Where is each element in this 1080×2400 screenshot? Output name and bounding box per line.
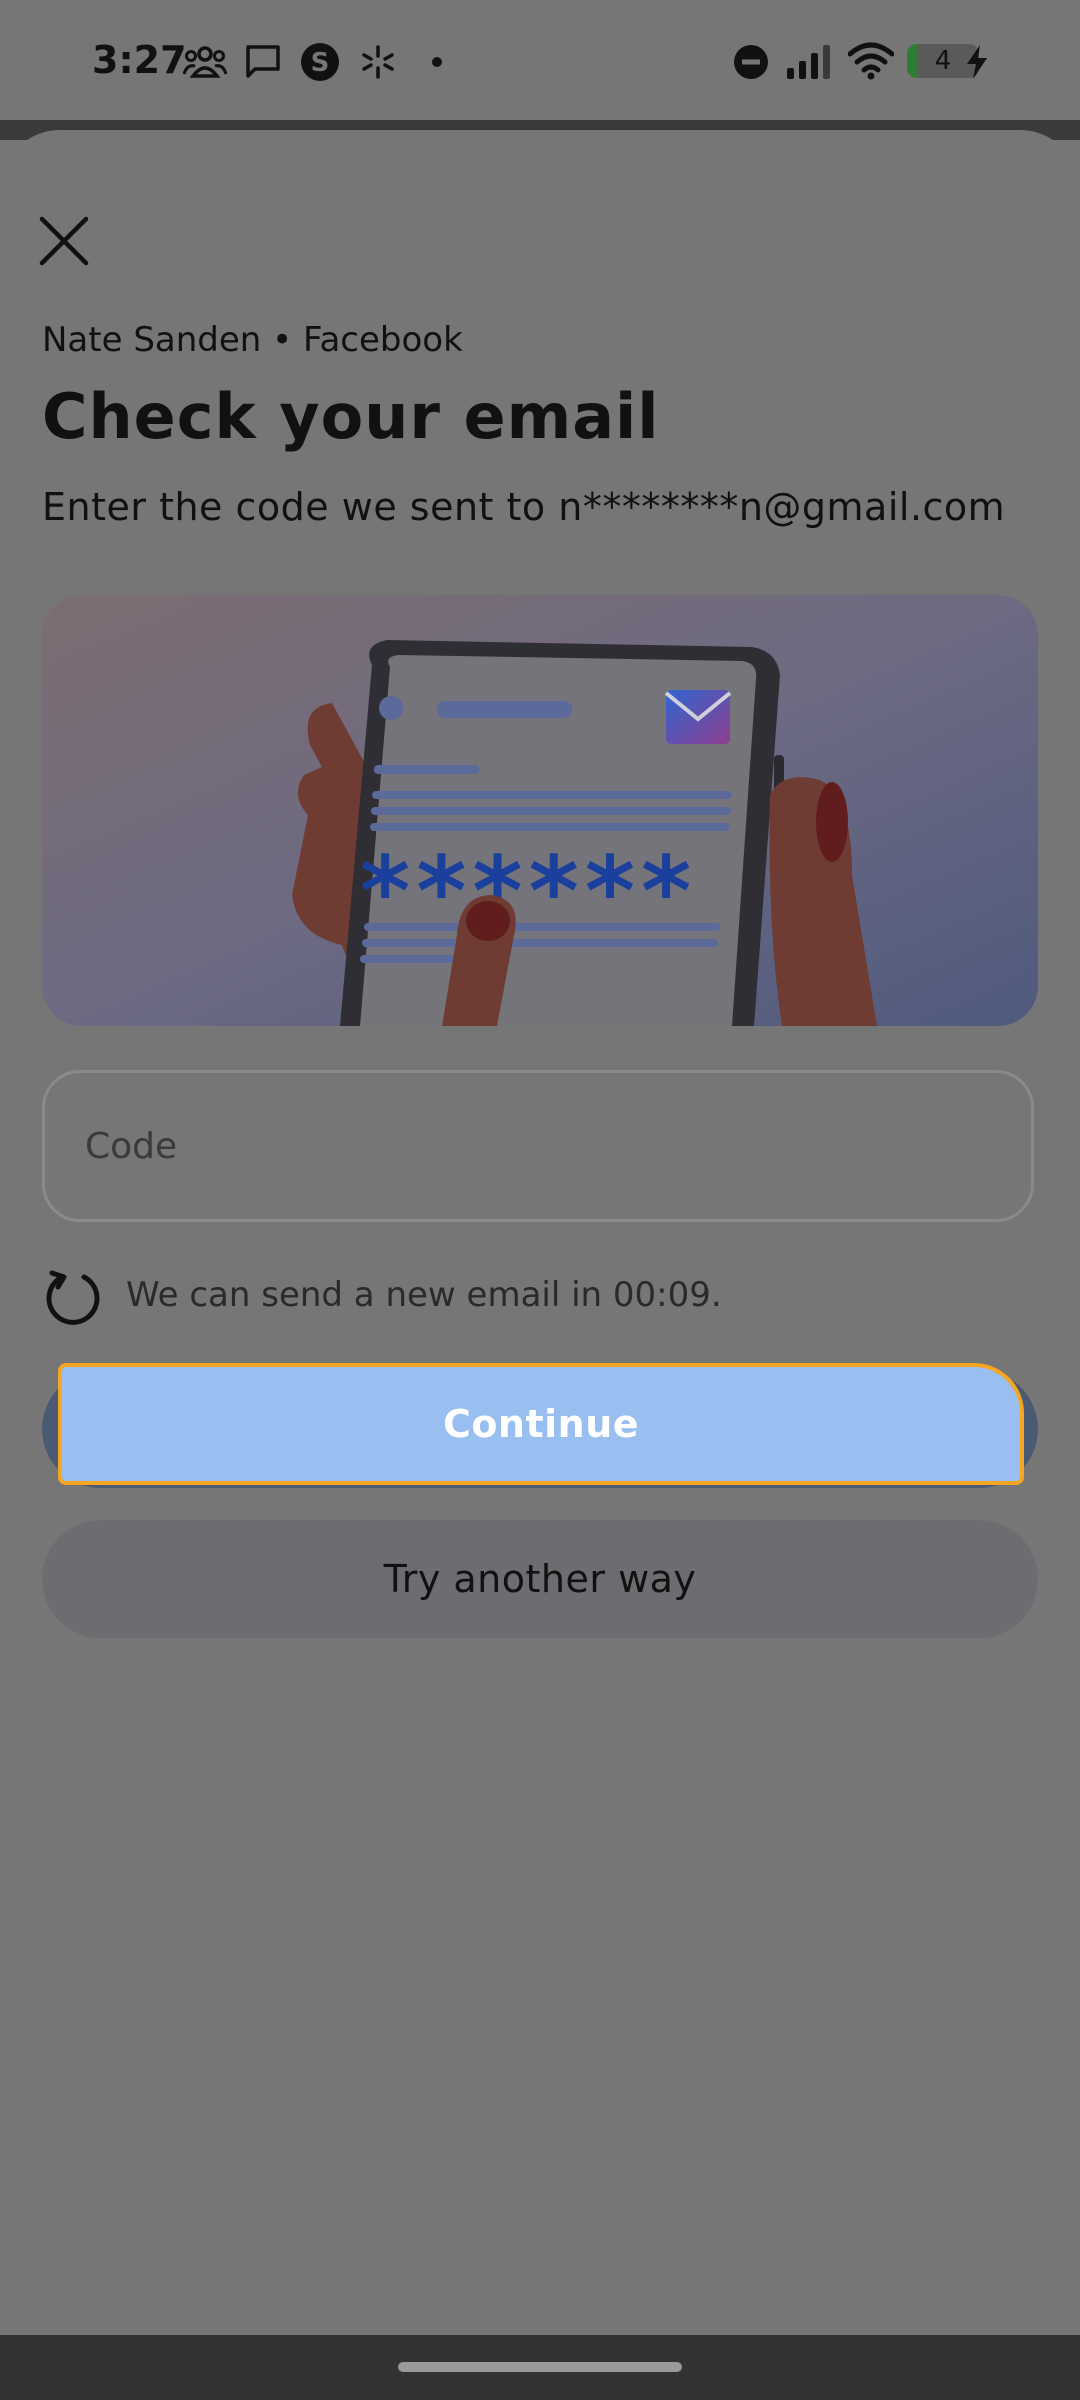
account-label: Nate Sanden • Facebook [42,320,463,360]
do-not-disturb-icon [734,45,768,79]
dot-icon [432,57,442,67]
chat-icon [246,45,280,78]
refresh-icon [46,1270,100,1325]
dollar-icon: S [301,43,339,81]
code-input[interactable] [42,1070,1034,1222]
close-icon[interactable] [36,213,92,269]
instruction-text: Enter the code we sent to n********n@gma… [42,485,1006,529]
home-handle[interactable] [398,2362,682,2372]
try-another-way-button[interactable]: Try another way [42,1520,1038,1638]
charging-icon [967,45,987,79]
people-icon [183,46,227,78]
status-time: 3:27 [92,38,187,82]
resend-countdown: We can send a new email in 00:09. [126,1275,722,1315]
asterisk-icon [362,45,394,79]
status-bar: 3:27 S 4 [0,0,1080,120]
signal-icon [787,45,830,79]
continue-button[interactable]: Continue [58,1363,1024,1485]
verification-sheet: Nate Sanden • Facebook Check your email … [0,130,1080,2335]
code-asterisks: ****** [360,836,697,948]
email-code-illustration: ****** [42,595,1038,1026]
page-title: Check your email [42,380,660,453]
svg-text:S: S [311,48,330,78]
wifi-icon [848,42,894,80]
resend-row: We can send a new email in 00:09. [42,1265,1038,1335]
